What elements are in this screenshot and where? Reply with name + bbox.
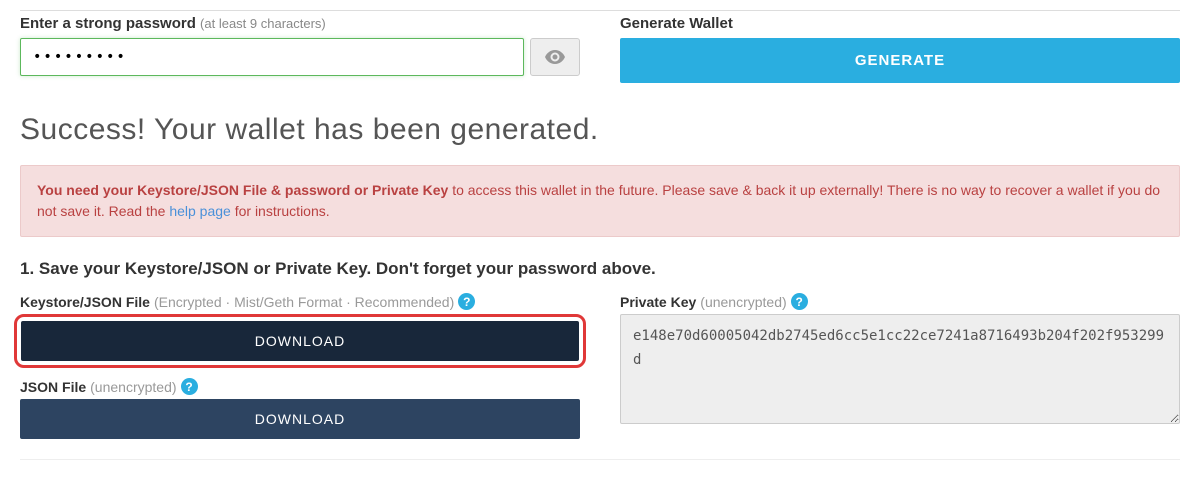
json-file-label: JSON File — [20, 379, 86, 395]
json-download-button[interactable]: DOWNLOAD — [20, 399, 580, 439]
keystore-help-icon[interactable]: ? — [458, 293, 475, 310]
help-page-link[interactable]: help page — [169, 203, 231, 219]
password-label: Enter a strong password (at least 9 char… — [20, 15, 580, 32]
private-key-sublabel: (unencrypted) — [700, 294, 786, 310]
private-key-label: Private Key — [620, 294, 696, 310]
password-label-sub: (at least 9 characters) — [200, 16, 326, 31]
keystore-download-highlight: DOWNLOAD — [14, 314, 586, 368]
alert-strong-text: You need your Keystore/JSON File & passw… — [37, 182, 448, 198]
json-help-icon[interactable]: ? — [181, 378, 198, 395]
password-label-main: Enter a strong password — [20, 15, 196, 32]
keystore-file-label: Keystore/JSON File — [20, 294, 150, 310]
eye-icon — [545, 50, 565, 64]
warning-alert: You need your Keystore/JSON File & passw… — [20, 165, 1180, 237]
generate-button[interactable]: GENERATE — [620, 38, 1180, 83]
divider — [20, 459, 1180, 460]
success-heading: Success! Your wallet has been generated. — [20, 113, 1180, 147]
toggle-password-visibility-button[interactable] — [530, 38, 580, 76]
keystore-file-sublabel: (Encrypted · Mist/Geth Format · Recommen… — [154, 294, 454, 310]
keystore-download-button[interactable]: DOWNLOAD — [21, 321, 579, 361]
private-key-help-icon[interactable]: ? — [791, 293, 808, 310]
private-key-textarea[interactable] — [620, 314, 1180, 424]
step-1-title: 1. Save your Keystore/JSON or Private Ke… — [20, 259, 1180, 279]
generate-wallet-label: Generate Wallet — [620, 15, 1180, 32]
alert-text-2: for instructions. — [231, 203, 330, 219]
json-file-sublabel: (unencrypted) — [90, 379, 176, 395]
password-input[interactable] — [20, 38, 524, 76]
